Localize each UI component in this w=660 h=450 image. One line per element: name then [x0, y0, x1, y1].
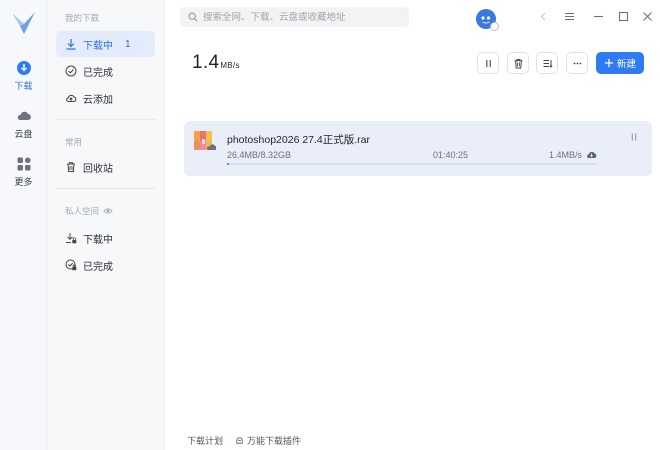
sidebar-item-private-completed[interactable]: 已完成	[56, 252, 155, 278]
archive-file-icon	[194, 131, 216, 150]
cloud-upload-icon	[66, 94, 77, 102]
sort-button[interactable]	[536, 52, 558, 74]
search-bar[interactable]	[180, 7, 409, 27]
check-circle-icon	[65, 65, 77, 77]
menu-button[interactable]	[562, 9, 576, 23]
cloud-download-icon[interactable]	[586, 149, 597, 159]
rail-download-label: 下载	[14, 81, 33, 91]
download-plan-link[interactable]: 下载计划	[187, 434, 223, 447]
sidebar-item-label: 云添加	[83, 94, 113, 106]
sidebar-item-label: 已完成	[83, 261, 113, 273]
download-arrow-icon	[66, 39, 76, 50]
sidebar-item-downloading[interactable]: 下载中 1	[56, 31, 155, 57]
task-size: 26.4MB/8.32GB	[227, 150, 292, 160]
section-private-space: 私人空间	[65, 205, 113, 217]
download-count-badge: 1	[125, 38, 131, 50]
hamburger-menu-icon	[564, 12, 574, 20]
app-rail: 下载 云盘 更多	[0, 0, 47, 450]
rail-more-label: 更多	[14, 177, 33, 187]
more-horizontal-icon	[573, 62, 581, 64]
search-icon	[188, 12, 198, 22]
sidebar-divider	[56, 119, 155, 120]
plugin-link[interactable]: 万能下载插件	[235, 434, 301, 447]
minimize-icon	[593, 15, 603, 17]
locked-check-icon	[65, 259, 77, 271]
task-progress-fill	[227, 163, 229, 165]
rail-cloud-label: 云盘	[14, 129, 33, 139]
cloud-icon	[17, 111, 31, 120]
plugin-label: 万能下载插件	[247, 436, 302, 446]
sidebar-item-private-downloading[interactable]: 下载中	[56, 225, 155, 251]
delete-button[interactable]	[507, 52, 529, 74]
plugin-icon	[236, 437, 243, 444]
sidebar-item-label: 下载中	[83, 234, 113, 246]
rail-cloud[interactable]: 云盘	[0, 108, 47, 140]
pause-icon	[485, 59, 491, 67]
footer: 下载计划 万能下载插件	[187, 434, 301, 447]
avatar[interactable]	[476, 9, 499, 31]
back-button[interactable]	[536, 9, 550, 23]
task-pause-icon[interactable]	[629, 132, 639, 142]
rail-more[interactable]: 更多	[0, 156, 47, 188]
apps-grid-icon	[17, 157, 31, 171]
sidebar-item-cloud-add[interactable]: 云添加	[56, 85, 155, 111]
rail-download[interactable]: 下载	[0, 60, 47, 92]
sidebar-item-completed[interactable]: 已完成	[56, 58, 155, 84]
download-task-row[interactable]: photoshop2026 27.4正式版.rar 26.4MB/8.32GB …	[184, 121, 652, 176]
sidebar: 我的下载 下载中 1 已完成 云添加 常用 回收站 私人空间 下载中 已完成	[47, 0, 165, 450]
trash-icon	[514, 58, 522, 68]
new-task-label: 新建	[616, 59, 636, 70]
task-time-left: 01:40:25	[433, 150, 469, 160]
total-speed-value: 1.4	[192, 52, 220, 73]
maximize-button[interactable]	[616, 9, 630, 23]
section-private-label: 私人空间	[65, 206, 100, 216]
plus-icon	[604, 58, 614, 68]
close-button[interactable]	[640, 9, 654, 23]
sidebar-divider	[56, 188, 155, 189]
sidebar-item-recycle[interactable]: 回收站	[56, 154, 155, 180]
new-task-button[interactable]: 新建	[596, 52, 644, 74]
search-input[interactable]	[203, 11, 403, 23]
minimize-button[interactable]	[591, 9, 605, 23]
sidebar-item-label: 下载中	[83, 40, 113, 52]
avatar-badge	[490, 22, 499, 31]
pause-all-button[interactable]	[477, 52, 499, 74]
sidebar-item-label: 已完成	[83, 67, 113, 79]
more-options-button[interactable]	[566, 52, 588, 74]
app-logo-icon	[13, 12, 35, 34]
task-progress-bar	[227, 163, 597, 165]
close-icon	[642, 11, 652, 21]
section-my-downloads: 我的下载	[65, 13, 100, 23]
task-speed: 1.4MB/s	[549, 150, 583, 160]
total-speed-unit: MB/s	[220, 61, 240, 70]
sidebar-item-label: 回收站	[83, 163, 113, 175]
sort-list-icon	[543, 59, 553, 68]
eye-icon[interactable]	[103, 206, 113, 216]
chevron-left-icon	[540, 12, 545, 20]
task-file-name: photoshop2026 27.4正式版.rar	[227, 134, 371, 146]
download-circle-icon	[16, 61, 31, 75]
maximize-icon	[618, 11, 628, 21]
total-speed: 1.4MB/s	[192, 52, 240, 74]
locked-download-icon	[66, 233, 77, 244]
trash-icon	[67, 162, 75, 172]
section-common: 常用	[65, 137, 83, 147]
